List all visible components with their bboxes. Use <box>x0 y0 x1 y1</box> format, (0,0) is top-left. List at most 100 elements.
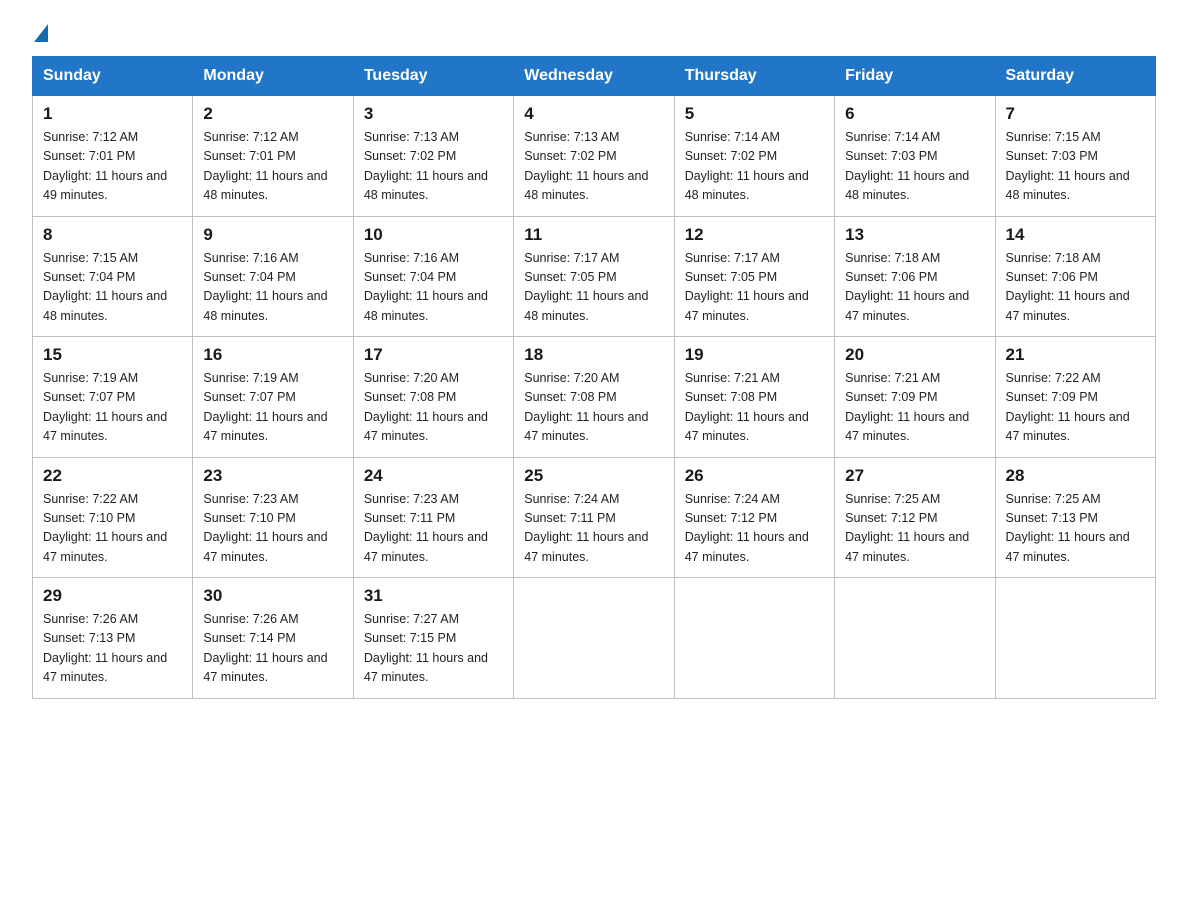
calendar-week-row: 1 Sunrise: 7:12 AMSunset: 7:01 PMDayligh… <box>33 96 1156 217</box>
calendar-week-row: 15 Sunrise: 7:19 AMSunset: 7:07 PMDaylig… <box>33 337 1156 458</box>
logo-triangle-icon <box>34 24 48 42</box>
day-info: Sunrise: 7:24 AMSunset: 7:12 PMDaylight:… <box>685 492 809 564</box>
calendar-cell: 14 Sunrise: 7:18 AMSunset: 7:06 PMDaylig… <box>995 216 1155 337</box>
weekday-header-wednesday: Wednesday <box>514 57 674 96</box>
day-number: 13 <box>845 225 984 245</box>
calendar-cell: 11 Sunrise: 7:17 AMSunset: 7:05 PMDaylig… <box>514 216 674 337</box>
calendar-cell: 31 Sunrise: 7:27 AMSunset: 7:15 PMDaylig… <box>353 578 513 699</box>
day-info: Sunrise: 7:20 AMSunset: 7:08 PMDaylight:… <box>364 371 488 443</box>
day-info: Sunrise: 7:22 AMSunset: 7:10 PMDaylight:… <box>43 492 167 564</box>
day-number: 12 <box>685 225 824 245</box>
day-number: 17 <box>364 345 503 365</box>
calendar-cell <box>995 578 1155 699</box>
day-info: Sunrise: 7:14 AMSunset: 7:02 PMDaylight:… <box>685 130 809 202</box>
day-info: Sunrise: 7:15 AMSunset: 7:04 PMDaylight:… <box>43 251 167 323</box>
day-info: Sunrise: 7:14 AMSunset: 7:03 PMDaylight:… <box>845 130 969 202</box>
day-info: Sunrise: 7:21 AMSunset: 7:08 PMDaylight:… <box>685 371 809 443</box>
day-number: 8 <box>43 225 182 245</box>
calendar-cell <box>674 578 834 699</box>
calendar-cell: 17 Sunrise: 7:20 AMSunset: 7:08 PMDaylig… <box>353 337 513 458</box>
day-number: 18 <box>524 345 663 365</box>
day-info: Sunrise: 7:21 AMSunset: 7:09 PMDaylight:… <box>845 371 969 443</box>
weekday-header-thursday: Thursday <box>674 57 834 96</box>
day-number: 19 <box>685 345 824 365</box>
calendar-cell: 30 Sunrise: 7:26 AMSunset: 7:14 PMDaylig… <box>193 578 353 699</box>
calendar-cell: 25 Sunrise: 7:24 AMSunset: 7:11 PMDaylig… <box>514 457 674 578</box>
day-number: 24 <box>364 466 503 486</box>
day-info: Sunrise: 7:22 AMSunset: 7:09 PMDaylight:… <box>1006 371 1130 443</box>
day-number: 30 <box>203 586 342 606</box>
day-number: 28 <box>1006 466 1145 486</box>
day-number: 20 <box>845 345 984 365</box>
calendar-cell: 22 Sunrise: 7:22 AMSunset: 7:10 PMDaylig… <box>33 457 193 578</box>
day-info: Sunrise: 7:18 AMSunset: 7:06 PMDaylight:… <box>845 251 969 323</box>
day-info: Sunrise: 7:27 AMSunset: 7:15 PMDaylight:… <box>364 612 488 684</box>
calendar-cell: 15 Sunrise: 7:19 AMSunset: 7:07 PMDaylig… <box>33 337 193 458</box>
day-number: 6 <box>845 104 984 124</box>
day-number: 21 <box>1006 345 1145 365</box>
day-number: 27 <box>845 466 984 486</box>
calendar-cell: 5 Sunrise: 7:14 AMSunset: 7:02 PMDayligh… <box>674 96 834 217</box>
day-info: Sunrise: 7:17 AMSunset: 7:05 PMDaylight:… <box>524 251 648 323</box>
calendar-cell: 18 Sunrise: 7:20 AMSunset: 7:08 PMDaylig… <box>514 337 674 458</box>
weekday-header-saturday: Saturday <box>995 57 1155 96</box>
day-number: 26 <box>685 466 824 486</box>
day-info: Sunrise: 7:23 AMSunset: 7:11 PMDaylight:… <box>364 492 488 564</box>
day-number: 29 <box>43 586 182 606</box>
day-info: Sunrise: 7:23 AMSunset: 7:10 PMDaylight:… <box>203 492 327 564</box>
calendar-cell: 2 Sunrise: 7:12 AMSunset: 7:01 PMDayligh… <box>193 96 353 217</box>
calendar-week-row: 8 Sunrise: 7:15 AMSunset: 7:04 PMDayligh… <box>33 216 1156 337</box>
calendar-cell: 16 Sunrise: 7:19 AMSunset: 7:07 PMDaylig… <box>193 337 353 458</box>
day-info: Sunrise: 7:18 AMSunset: 7:06 PMDaylight:… <box>1006 251 1130 323</box>
calendar-cell: 9 Sunrise: 7:16 AMSunset: 7:04 PMDayligh… <box>193 216 353 337</box>
calendar-cell: 28 Sunrise: 7:25 AMSunset: 7:13 PMDaylig… <box>995 457 1155 578</box>
day-info: Sunrise: 7:26 AMSunset: 7:13 PMDaylight:… <box>43 612 167 684</box>
calendar-cell: 3 Sunrise: 7:13 AMSunset: 7:02 PMDayligh… <box>353 96 513 217</box>
logo <box>32 24 48 46</box>
day-number: 5 <box>685 104 824 124</box>
day-number: 1 <box>43 104 182 124</box>
day-info: Sunrise: 7:15 AMSunset: 7:03 PMDaylight:… <box>1006 130 1130 202</box>
calendar-cell: 13 Sunrise: 7:18 AMSunset: 7:06 PMDaylig… <box>835 216 995 337</box>
day-number: 14 <box>1006 225 1145 245</box>
calendar-cell: 24 Sunrise: 7:23 AMSunset: 7:11 PMDaylig… <box>353 457 513 578</box>
calendar-cell: 21 Sunrise: 7:22 AMSunset: 7:09 PMDaylig… <box>995 337 1155 458</box>
day-info: Sunrise: 7:19 AMSunset: 7:07 PMDaylight:… <box>43 371 167 443</box>
page-header <box>32 24 1156 46</box>
day-info: Sunrise: 7:12 AMSunset: 7:01 PMDaylight:… <box>43 130 167 202</box>
calendar-cell: 26 Sunrise: 7:24 AMSunset: 7:12 PMDaylig… <box>674 457 834 578</box>
day-number: 25 <box>524 466 663 486</box>
day-info: Sunrise: 7:12 AMSunset: 7:01 PMDaylight:… <box>203 130 327 202</box>
calendar-header-row: SundayMondayTuesdayWednesdayThursdayFrid… <box>33 57 1156 96</box>
calendar-week-row: 22 Sunrise: 7:22 AMSunset: 7:10 PMDaylig… <box>33 457 1156 578</box>
day-number: 9 <box>203 225 342 245</box>
calendar-cell: 7 Sunrise: 7:15 AMSunset: 7:03 PMDayligh… <box>995 96 1155 217</box>
day-number: 22 <box>43 466 182 486</box>
day-number: 15 <box>43 345 182 365</box>
day-info: Sunrise: 7:25 AMSunset: 7:12 PMDaylight:… <box>845 492 969 564</box>
calendar-cell: 1 Sunrise: 7:12 AMSunset: 7:01 PMDayligh… <box>33 96 193 217</box>
day-info: Sunrise: 7:24 AMSunset: 7:11 PMDaylight:… <box>524 492 648 564</box>
calendar-cell: 27 Sunrise: 7:25 AMSunset: 7:12 PMDaylig… <box>835 457 995 578</box>
calendar-cell: 23 Sunrise: 7:23 AMSunset: 7:10 PMDaylig… <box>193 457 353 578</box>
day-number: 4 <box>524 104 663 124</box>
calendar-cell: 6 Sunrise: 7:14 AMSunset: 7:03 PMDayligh… <box>835 96 995 217</box>
day-info: Sunrise: 7:13 AMSunset: 7:02 PMDaylight:… <box>364 130 488 202</box>
calendar-cell <box>514 578 674 699</box>
day-number: 31 <box>364 586 503 606</box>
day-number: 10 <box>364 225 503 245</box>
calendar-cell <box>835 578 995 699</box>
weekday-header-sunday: Sunday <box>33 57 193 96</box>
calendar-cell: 8 Sunrise: 7:15 AMSunset: 7:04 PMDayligh… <box>33 216 193 337</box>
day-info: Sunrise: 7:13 AMSunset: 7:02 PMDaylight:… <box>524 130 648 202</box>
weekday-header-monday: Monday <box>193 57 353 96</box>
day-info: Sunrise: 7:16 AMSunset: 7:04 PMDaylight:… <box>203 251 327 323</box>
day-number: 7 <box>1006 104 1145 124</box>
day-number: 16 <box>203 345 342 365</box>
day-info: Sunrise: 7:17 AMSunset: 7:05 PMDaylight:… <box>685 251 809 323</box>
calendar-cell: 10 Sunrise: 7:16 AMSunset: 7:04 PMDaylig… <box>353 216 513 337</box>
day-number: 11 <box>524 225 663 245</box>
day-number: 23 <box>203 466 342 486</box>
day-info: Sunrise: 7:25 AMSunset: 7:13 PMDaylight:… <box>1006 492 1130 564</box>
calendar-cell: 4 Sunrise: 7:13 AMSunset: 7:02 PMDayligh… <box>514 96 674 217</box>
